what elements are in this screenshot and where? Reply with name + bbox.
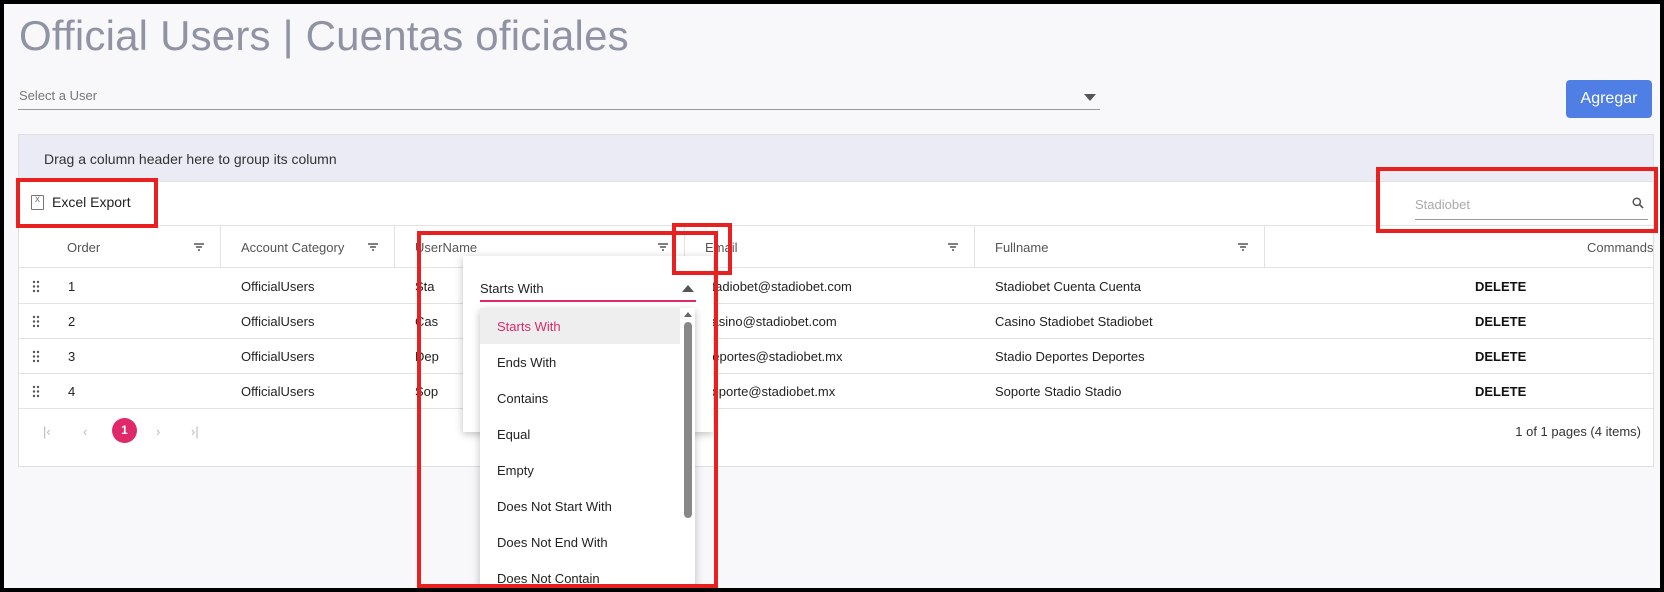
group-panel-text: Drag a column header here to group its c… [44, 151, 337, 167]
pager-info: 1 of 1 pages (4 items) [1515, 424, 1641, 439]
operator-option[interactable]: Empty [480, 452, 680, 488]
search-icon[interactable] [1632, 197, 1644, 209]
header-fullname-label: Fullname [995, 240, 1049, 255]
operator-option[interactable]: Equal [480, 416, 680, 452]
page-title: Official Users | Cuentas oficiales [19, 12, 629, 59]
cell-category: OfficialUsers [241, 279, 315, 294]
pager: |‹ ‹ 1 › ›| 1 of 1 pages (4 items) [19, 408, 1653, 454]
cell-category: OfficialUsers [241, 349, 315, 364]
drag-handle-icon[interactable] [32, 350, 40, 363]
cell-fullname: Stadio Deportes Deportes [995, 349, 1145, 364]
header-email[interactable]: Email [685, 226, 975, 268]
operator-option-label: Contains [497, 391, 549, 406]
cell-username: Cas [415, 314, 439, 329]
cell-username: Sta [415, 279, 435, 294]
header-username-label: UserName [415, 240, 478, 255]
data-grid: Drag a column header here to group its c… [18, 134, 1654, 467]
table-row[interactable]: 2 OfficialUsers Cas casino@stadiobet.com… [19, 304, 1653, 339]
cell-fullname: Soporte Stadio Stadio [995, 384, 1122, 399]
page-number-button[interactable]: 1 [112, 418, 137, 443]
operator-option[interactable]: Starts With [480, 308, 680, 344]
cell-order: 2 [68, 314, 76, 329]
filter-operator-select[interactable]: Starts With [480, 274, 696, 302]
drag-handle-icon[interactable] [32, 280, 40, 293]
chevron-up-icon[interactable] [682, 285, 694, 292]
operator-option-label: Starts With [497, 319, 561, 334]
delete-button[interactable]: DELETE [1475, 314, 1526, 329]
previous-page-icon[interactable]: ‹ [83, 424, 87, 439]
next-page-icon[interactable]: › [156, 424, 160, 439]
header-order[interactable]: Order [19, 226, 221, 268]
filter-icon[interactable] [657, 242, 669, 252]
excel-file-icon [31, 194, 44, 210]
scroll-up-icon[interactable] [684, 312, 692, 317]
header-order-label: Order [67, 240, 101, 255]
cell-fullname: Stadiobet Cuenta Cuenta [995, 279, 1141, 294]
cell-order: 3 [68, 349, 76, 364]
page: Official Users | Cuentas oficiales Selec… [4, 4, 1660, 588]
filter-operator-list: Starts With Ends With Contains Equal Emp… [480, 308, 695, 588]
table-row[interactable]: 4 OfficialUsers Sop soporte@stadiobet.mx… [19, 374, 1653, 409]
search-input[interactable] [1415, 189, 1615, 219]
table-row[interactable]: 3 OfficialUsers Dep deportes@stadiobet.m… [19, 339, 1653, 374]
cell-email: deportes@stadiobet.mx [705, 349, 843, 364]
scrollbar-thumb[interactable] [684, 322, 692, 518]
operator-option[interactable]: Does Not Contain [480, 560, 680, 588]
operator-option[interactable]: Contains [480, 380, 680, 416]
search-box[interactable] [1415, 189, 1648, 220]
operator-option-label: Does Not End With [497, 535, 608, 550]
excel-export-label: Excel Export [52, 194, 131, 210]
operator-option-label: Empty [497, 463, 534, 478]
cell-email: stadiobet@stadiobet.com [705, 279, 852, 294]
cell-category: OfficialUsers [241, 384, 315, 399]
first-page-icon[interactable]: |‹ [43, 424, 51, 439]
delete-button[interactable]: DELETE [1475, 384, 1526, 399]
header-commands: Commands [1265, 226, 1653, 268]
header-commands-label: Commands [1587, 240, 1654, 255]
delete-button[interactable]: DELETE [1475, 349, 1526, 364]
drag-handle-icon[interactable] [32, 385, 40, 398]
cell-username: Dep [415, 349, 439, 364]
delete-button[interactable]: DELETE [1475, 279, 1526, 294]
cell-category: OfficialUsers [241, 314, 315, 329]
excel-export-button[interactable]: Excel Export [31, 194, 131, 210]
operator-option-label: Does Not Start With [497, 499, 612, 514]
operator-option-label: Ends With [497, 355, 557, 370]
cell-order: 4 [68, 384, 76, 399]
operator-option-label: Equal [497, 427, 531, 442]
grid-header-row: Order Account Category UserName Email Fu… [19, 226, 1653, 268]
cell-order: 1 [68, 279, 76, 294]
table-row[interactable]: 1 OfficialUsers Sta stadiobet@stadiobet.… [19, 269, 1653, 304]
user-select[interactable]: Select a User [18, 82, 1100, 110]
filter-icon[interactable] [1237, 242, 1249, 252]
header-account-category[interactable]: Account Category [221, 226, 395, 268]
grid-toolbar: Excel Export [19, 182, 1653, 226]
cell-email: casino@stadiobet.com [705, 314, 837, 329]
operator-option-label: Does Not Contain [497, 571, 600, 586]
operator-option[interactable]: Ends With [480, 344, 680, 380]
filter-icon[interactable] [947, 242, 959, 252]
header-account-category-label: Account Category [241, 240, 345, 255]
drag-handle-icon[interactable] [32, 315, 40, 328]
user-select-placeholder: Select a User [19, 88, 98, 103]
cell-username: Sop [415, 384, 439, 399]
last-page-icon[interactable]: ›| [191, 424, 199, 439]
add-button[interactable]: Agregar [1566, 80, 1652, 118]
cell-fullname: Casino Stadiobet Stadiobet [995, 314, 1153, 329]
group-panel[interactable]: Drag a column header here to group its c… [19, 135, 1653, 182]
header-fullname[interactable]: Fullname [975, 226, 1265, 268]
cell-email: soporte@stadiobet.mx [705, 384, 836, 399]
chevron-down-icon[interactable] [1084, 94, 1096, 101]
filter-operator-value: Starts With [480, 281, 544, 296]
filter-icon[interactable] [193, 242, 205, 252]
header-email-label: Email [705, 240, 738, 255]
operator-option[interactable]: Does Not End With [480, 524, 680, 560]
operator-option[interactable]: Does Not Start With [480, 488, 680, 524]
filter-icon[interactable] [367, 242, 379, 252]
